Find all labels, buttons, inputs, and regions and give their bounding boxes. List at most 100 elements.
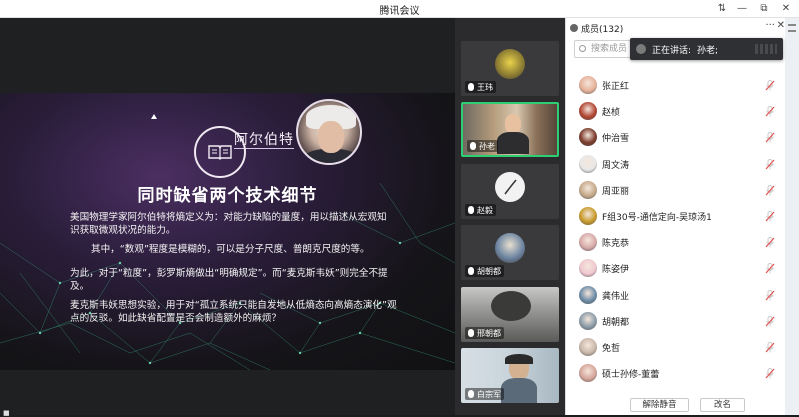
book-icon (208, 145, 232, 160)
rename-button[interactable]: 改名 (700, 398, 745, 412)
member-row[interactable]: 周亚丽 (566, 177, 786, 203)
close-button[interactable]: ✕ (777, 1, 795, 17)
member-name: 龚伟业 (602, 291, 630, 302)
member-name: 硕士孙修-董蕾 (602, 370, 660, 381)
member-name: 张正红 (602, 82, 630, 92)
pin-icon[interactable]: ⇅ (713, 1, 731, 17)
speaking-toast: 正在讲话: 孙老; (630, 38, 783, 60)
video-tile[interactable]: 赵毅 (461, 164, 559, 219)
mic-muted-icon[interactable] (765, 368, 775, 379)
video-tile-active[interactable]: 孙老 (461, 102, 559, 157)
member-name: 陈姿伊 (602, 265, 630, 276)
mic-muted-icon[interactable] (765, 80, 775, 91)
unmute-all-button[interactable]: 解除静音 (630, 398, 689, 412)
mic-muted-icon[interactable] (765, 342, 775, 353)
participant-label: 王玮 (465, 81, 496, 93)
slide-paragraph-3: 为此，对于“粒度”，彭罗斯熵做出“明确规定”。而“麦克斯韦妖”则完全不提及。 (70, 268, 388, 292)
avatar (579, 102, 597, 121)
mic-icon (468, 329, 474, 337)
mic-muted-icon[interactable] (765, 132, 775, 143)
mic-muted-icon[interactable] (765, 211, 775, 222)
bottom-caption: ■ (3, 409, 10, 417)
panel-footer: 解除静音 改名 (566, 396, 786, 415)
avatar (495, 49, 525, 79)
participant-label: 白宗军 (465, 388, 504, 400)
slide-paragraph-2: 其中，“数观”程度是模糊的，可以是分子尺度、普朗克尺度的等。 (91, 244, 370, 255)
mic-muted-icon[interactable] (765, 289, 775, 301)
participant-label: 邢朝都 (465, 327, 504, 339)
member-row[interactable]: F组30号-通信定向-吴琼汤1 (566, 203, 786, 229)
avatar (579, 285, 597, 304)
search-icon (579, 45, 586, 52)
member-name: 胡朝都 (602, 317, 630, 328)
member-name: 免哲 (602, 344, 621, 354)
member-row[interactable]: 龚伟业 (566, 282, 786, 308)
slide-paragraph-1: 美国物理学家阿尔伯特将熵定义为：对能力缺陷的量度，用以描述从宏观知识获取微观状况… (70, 212, 387, 236)
mic-icon (470, 142, 476, 150)
member-row[interactable]: 赵桢 (566, 98, 786, 124)
avatar (579, 180, 597, 199)
member-row[interactable]: 硕士孙修-董蕾 (566, 360, 786, 386)
member-name: 周亚丽 (602, 186, 630, 197)
members-icon (570, 24, 578, 32)
participant-label: 赵毅 (465, 204, 496, 216)
member-row[interactable]: 陈姿伊 (566, 255, 786, 281)
member-name: 周文涛 (602, 160, 630, 171)
member-name: F组30号-通信定向-吴琼汤1 (602, 213, 712, 223)
participant-label: 孙老 (467, 140, 498, 152)
video-tile[interactable]: 邢朝都 (461, 287, 559, 342)
video-tile[interactable]: 王玮 (461, 41, 559, 96)
avatar (579, 259, 597, 278)
mic-muted-icon[interactable] (765, 184, 775, 196)
feather-icon (504, 179, 517, 195)
mic-icon (468, 83, 474, 91)
speaking-prefix: 正在讲话: (652, 45, 692, 56)
member-row[interactable]: 仲治雪 (566, 124, 786, 150)
avatar (579, 154, 597, 173)
avatar (579, 207, 597, 225)
presentation-slide: 阿尔伯特 同时缺省两个技术细节 美国物理学家阿尔伯特将熵定义为：对能力缺陷的量度… (0, 93, 455, 370)
member-name: 赵桢 (602, 108, 621, 119)
members-header: 成员(132) (566, 18, 799, 38)
app-title: 腾讯会议 (379, 6, 420, 17)
more-options-button[interactable]: ··· (765, 20, 775, 31)
panel-close-button[interactable]: ✕ (777, 20, 785, 31)
speaker-avatar (636, 44, 646, 54)
avatar (579, 233, 597, 252)
portrait-image (296, 99, 362, 165)
mic-muted-icon[interactable] (765, 263, 775, 274)
video-tile[interactable]: 白宗军 (461, 348, 559, 403)
panel-side-strip (785, 18, 799, 415)
participant-label: 胡朝都 (465, 265, 504, 277)
avatar (579, 338, 597, 356)
slide-headline: 同时缺省两个技术细节 (137, 186, 318, 206)
video-tile[interactable]: 胡朝都 (461, 225, 559, 280)
menu-icon[interactable] (788, 24, 796, 32)
mic-muted-icon[interactable] (765, 106, 775, 117)
title-bar: 腾讯会议 ⇅ — ⧉ ✕ (0, 0, 799, 18)
member-row[interactable]: 陈克恭 (566, 229, 786, 255)
speaking-name: 孙老; (697, 45, 719, 56)
mic-muted-icon[interactable] (765, 158, 775, 170)
member-name: 仲治雪 (602, 134, 630, 145)
slide-paragraph-4: 麦克斯韦妖思想实验，用于对“孤立系统只能自发地从低熵态向高熵态演化”观点的反驳。… (70, 300, 397, 324)
minimize-button[interactable]: — (733, 1, 751, 17)
member-row[interactable]: 周文涛 (566, 151, 786, 177)
mic-icon (468, 390, 474, 398)
restore-button[interactable]: ⧉ (755, 1, 773, 17)
mic-icon (468, 267, 474, 275)
video-rail: 王玮 孙老 赵毅 胡朝都 邢朝都 白宗军 (455, 18, 565, 415)
shared-screen: 阿尔伯特 同时缺省两个技术细节 美国物理学家阿尔伯特将熵定义为：对能力缺陷的量度… (0, 18, 455, 415)
avatar (579, 128, 597, 147)
mic-muted-icon[interactable] (765, 237, 775, 248)
mouse-cursor (151, 114, 157, 119)
member-row[interactable]: 胡朝都 (566, 308, 786, 334)
mic-muted-icon[interactable] (765, 315, 775, 327)
member-row[interactable]: 免哲 (566, 334, 786, 360)
mic-icon (468, 206, 474, 214)
avatar (495, 233, 525, 263)
member-name: 陈克恭 (602, 239, 630, 250)
members-title: 成员(132) (581, 24, 624, 35)
avatar (579, 311, 597, 330)
member-row[interactable]: 张正红 (566, 72, 786, 98)
